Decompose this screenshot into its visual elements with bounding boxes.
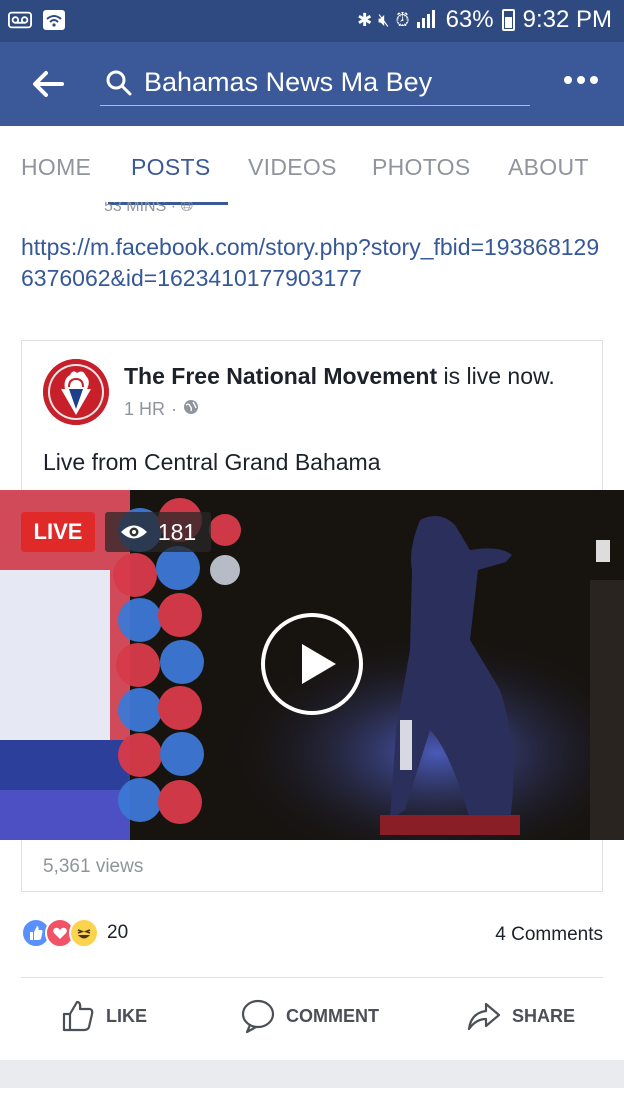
wifi-icon: [42, 9, 66, 31]
shared-meta: 1 HR ·: [124, 399, 199, 420]
tab-about[interactable]: ABOUT: [508, 154, 589, 181]
post-actions: LIKE COMMENT SHARE: [0, 990, 624, 1050]
live-video-player[interactable]: LIVE 181: [0, 490, 624, 840]
viewer-count: 181: [157, 518, 197, 545]
like-label: LIKE: [106, 1005, 148, 1026]
dot-icon: [590, 76, 598, 84]
tab-videos[interactable]: VIDEOS: [248, 154, 337, 181]
search-query: Bahamas News Ma Bey: [144, 67, 433, 97]
fnm-logo-icon: [43, 359, 109, 425]
dot-icon: [577, 76, 585, 84]
tab-posts[interactable]: POSTS: [131, 154, 210, 181]
search-input[interactable]: Bahamas News Ma Bey: [100, 60, 530, 106]
post-time: 53 MINS · 🌐︎: [104, 202, 193, 216]
battery-percent: 63%: [445, 6, 494, 33]
mute-icon: 🔇︎: [378, 9, 390, 30]
back-button[interactable]: [28, 64, 68, 104]
tab-photos[interactable]: PHOTOS: [372, 154, 471, 181]
comment-label: COMMENT: [286, 1005, 379, 1026]
status-bar: ✱ 🔇︎ ⏰︎ 63% 9:32 PM: [0, 0, 624, 42]
page-name[interactable]: The Free National Movement: [124, 363, 437, 389]
like-button[interactable]: LIKE: [60, 998, 147, 1034]
eye-icon: [120, 525, 147, 539]
page-tabs: HOME POSTS VIDEOS PHOTOS ABOUT: [0, 126, 624, 210]
live-header: The Free National Movement is live now.: [124, 363, 555, 390]
haha-reaction-icon: [69, 918, 99, 948]
feed-separator: [0, 1060, 624, 1109]
more-options-button[interactable]: [564, 76, 598, 84]
avatar[interactable]: [43, 359, 109, 425]
reactions-summary[interactable]: 20: [21, 918, 128, 948]
shared-caption: Live from Central Grand Bahama: [43, 449, 381, 475]
share-arrow-icon: [467, 1002, 501, 1031]
live-status-text: is live now.: [443, 363, 555, 389]
bluetooth-icon: ✱: [357, 9, 373, 30]
clock: 9:32 PM: [522, 6, 612, 33]
app-bar: Bahamas News Ma Bey: [0, 42, 624, 126]
share-label: SHARE: [512, 1005, 576, 1026]
divider: [21, 977, 603, 978]
reaction-count: 20: [107, 922, 129, 943]
voicemail-icon: [8, 9, 32, 31]
viewer-count-badge: 181: [105, 512, 211, 552]
tab-home[interactable]: HOME: [21, 154, 91, 181]
live-badge: LIVE: [21, 512, 95, 552]
view-count: 5,361 views: [43, 856, 144, 877]
separator-dot: ·: [171, 399, 178, 419]
thumbs-up-icon: [62, 1000, 94, 1032]
dot-icon: [564, 76, 572, 84]
post-link[interactable]: https://m.facebook.com/story.php?story_f…: [21, 232, 605, 294]
signal-icon: [416, 8, 438, 33]
comment-button[interactable]: COMMENT: [240, 998, 379, 1034]
globe-icon: [183, 399, 199, 420]
share-button[interactable]: SHARE: [466, 998, 575, 1034]
search-icon: [106, 70, 132, 95]
comment-count[interactable]: 4 Comments: [495, 924, 603, 946]
back-arrow-icon: [33, 71, 64, 97]
play-button[interactable]: [261, 613, 363, 715]
battery-icon: [501, 9, 515, 31]
shared-time[interactable]: 1 HR: [124, 399, 165, 420]
alarm-icon: ⏰︎: [395, 9, 410, 30]
globe-icon: 🌐︎: [180, 202, 194, 215]
comment-icon: [241, 999, 275, 1034]
